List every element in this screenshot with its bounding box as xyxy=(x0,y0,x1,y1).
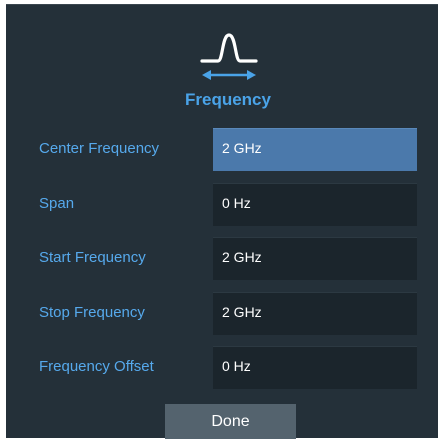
center-frequency-label: Center Frequency xyxy=(39,140,160,157)
field-row-stop-frequency: Stop Frequency 2 GHz xyxy=(6,292,438,336)
field-row-center-frequency: Center Frequency 2 GHz xyxy=(6,128,438,172)
dialog-header: Frequency xyxy=(6,5,438,117)
stop-frequency-input[interactable]: 2 GHz xyxy=(213,292,417,335)
span-input[interactable]: 0 Hz xyxy=(213,183,417,226)
stop-frequency-label: Stop Frequency xyxy=(39,304,145,321)
start-frequency-label: Start Frequency xyxy=(39,249,146,266)
frequency-dialog: Frequency Center Frequency 2 GHz Span 0 … xyxy=(6,4,438,439)
done-button[interactable]: Done xyxy=(165,404,296,439)
field-row-span: Span 0 Hz xyxy=(6,183,438,227)
span-label: Span xyxy=(39,195,75,212)
start-frequency-input[interactable]: 2 GHz xyxy=(213,237,417,280)
center-frequency-input[interactable]: 2 GHz xyxy=(213,128,417,171)
frequency-span-icon xyxy=(200,33,258,80)
dialog-title: Frequency xyxy=(185,90,271,109)
frequency-offset-input[interactable]: 0 Hz xyxy=(213,346,417,389)
field-row-start-frequency: Start Frequency 2 GHz xyxy=(6,237,438,281)
field-row-frequency-offset: Frequency Offset 0 Hz xyxy=(6,346,438,390)
frequency-offset-label: Frequency Offset xyxy=(39,358,154,375)
